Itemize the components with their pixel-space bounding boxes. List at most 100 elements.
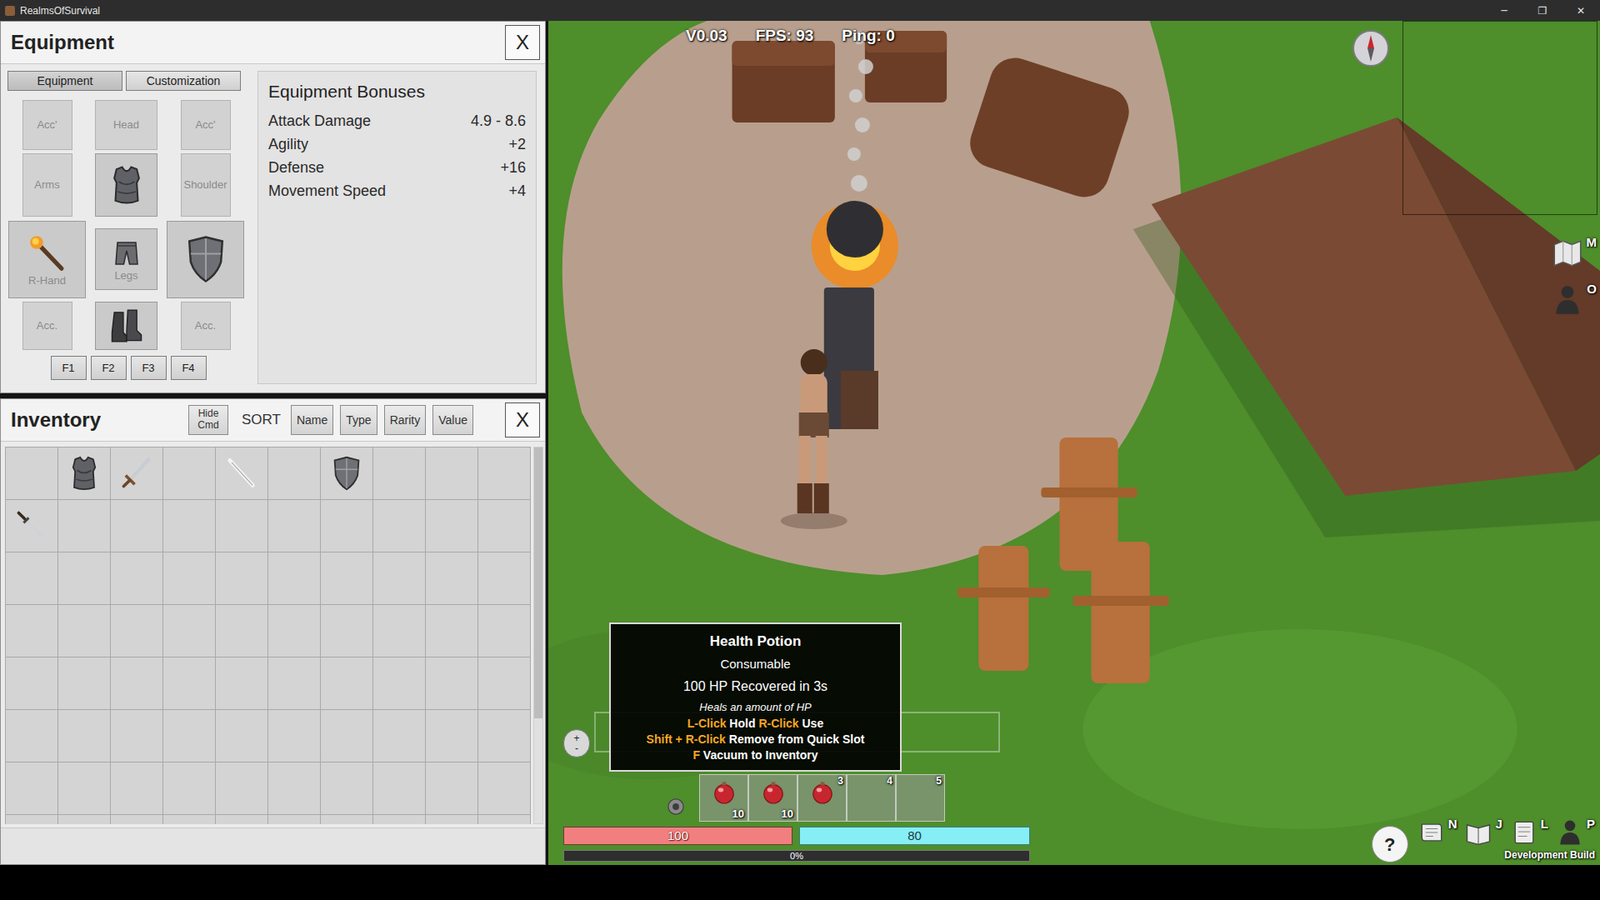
inventory-slot[interactable] (5, 762, 59, 815)
inventory-slot[interactable] (320, 815, 374, 825)
inventory-slot[interactable] (163, 710, 216, 763)
equipment-tab[interactable]: Equipment (7, 70, 123, 91)
inventory-slot[interactable] (373, 552, 426, 605)
inventory-slot[interactable] (58, 500, 111, 553)
inventory-slot[interactable] (425, 815, 479, 825)
inventory-slot[interactable] (478, 500, 531, 553)
sort-button[interactable]: Rarity (384, 405, 427, 435)
inventory-slot[interactable] (425, 552, 479, 605)
inventory-slot[interactable] (478, 762, 531, 815)
inventory-slot[interactable] (215, 710, 269, 763)
inventory-slot[interactable] (110, 657, 164, 710)
scrollbar-thumb[interactable] (534, 447, 543, 719)
inventory-slot[interactable] (5, 552, 59, 605)
help-button[interactable]: ? (1371, 825, 1409, 863)
inventory-slot[interactable] (110, 710, 164, 763)
inventory-slot[interactable] (110, 447, 164, 500)
equipment-slot[interactable]: Acc. (22, 301, 73, 350)
quick-slot[interactable]: 4 (846, 774, 896, 822)
inventory-slot[interactable] (268, 657, 321, 710)
equipment-slot[interactable] (95, 153, 158, 217)
hide-command-button[interactable]: Hide Cmd (188, 405, 229, 435)
quick-slot[interactable]: 10 (748, 774, 798, 822)
inventory-slot[interactable] (425, 657, 479, 710)
sort-button[interactable]: Value (432, 405, 474, 435)
zoom-in[interactable]: + (573, 733, 580, 744)
inventory-slot[interactable] (373, 762, 426, 815)
equipment-slot[interactable]: Legs (95, 228, 158, 290)
equipment-slot[interactable]: Arms (22, 153, 73, 217)
inventory-slot[interactable] (58, 710, 111, 763)
equipment-slot[interactable]: Acc' (180, 100, 231, 150)
equipment-slot[interactable] (95, 301, 158, 350)
side-menu-item[interactable]: M (1550, 235, 1598, 271)
inventory-slot[interactable] (58, 447, 111, 500)
inventory-slot[interactable] (110, 500, 164, 553)
menu-item[interactable]: P (1555, 817, 1595, 848)
inventory-slot[interactable] (215, 815, 269, 825)
inventory-slot[interactable] (373, 657, 426, 710)
inventory-slot[interactable] (110, 552, 164, 605)
close-button[interactable]: X (505, 402, 540, 438)
inventory-slot[interactable] (320, 710, 374, 763)
quick-slot[interactable]: 5 (895, 774, 945, 822)
inventory-slot[interactable] (215, 552, 269, 605)
equipment-tab[interactable]: Customization (125, 70, 241, 91)
inventory-slot[interactable] (320, 762, 374, 815)
inventory-slot[interactable] (478, 447, 531, 500)
inventory-slot[interactable] (110, 762, 164, 815)
menu-item[interactable]: J (1463, 817, 1502, 848)
preset-button[interactable]: F4 (170, 355, 207, 380)
quickbar-toggle[interactable] (665, 795, 687, 818)
inventory-slot[interactable] (163, 500, 216, 553)
inventory-slot[interactable] (268, 762, 321, 815)
inventory-slot[interactable] (58, 815, 111, 825)
sort-button[interactable]: Type (340, 405, 377, 435)
inventory-slot[interactable] (163, 447, 216, 500)
inventory-slot[interactable] (373, 500, 426, 553)
equipment-slot[interactable]: R-Hand (8, 220, 86, 299)
inventory-slot[interactable] (163, 605, 216, 658)
inventory-slot[interactable] (425, 710, 479, 763)
inventory-slot[interactable] (320, 605, 374, 658)
inventory-slot[interactable] (268, 447, 321, 500)
inventory-slot[interactable] (478, 710, 531, 763)
inventory-slot[interactable] (268, 710, 321, 763)
inventory-slot[interactable] (373, 447, 426, 500)
inventory-slot[interactable] (163, 657, 216, 710)
equipment-slot[interactable] (166, 220, 245, 299)
menu-item[interactable]: L (1509, 817, 1549, 848)
zoom-button[interactable]: + - (563, 729, 590, 758)
minimap-frame[interactable] (1402, 20, 1598, 215)
equipment-slot[interactable]: Shoulder (180, 153, 231, 217)
game-viewport[interactable]: V0.03 FPS: 93 Ping: 0 MO + - 1010345 Hea… (548, 20, 1600, 865)
inventory-slot[interactable] (320, 657, 374, 710)
inventory-slot[interactable] (58, 762, 111, 815)
inventory-slot[interactable] (373, 605, 426, 658)
inventory-slot[interactable] (268, 500, 321, 553)
inventory-slot[interactable] (110, 605, 164, 658)
sort-button[interactable]: Name (290, 405, 334, 435)
preset-button[interactable]: F1 (50, 355, 87, 380)
inventory-slot[interactable] (215, 500, 269, 553)
inventory-slot[interactable] (215, 657, 269, 710)
inventory-slot[interactable] (425, 500, 479, 553)
inventory-slot[interactable] (478, 605, 531, 658)
inventory-slot[interactable] (320, 500, 374, 553)
zoom-out[interactable]: - (575, 743, 579, 754)
inventory-slot[interactable] (5, 605, 59, 658)
preset-button[interactable]: F2 (90, 355, 127, 380)
equipment-slot[interactable]: Acc' (22, 100, 73, 150)
inventory-slot[interactable] (5, 710, 59, 763)
inventory-slot[interactable] (58, 657, 111, 710)
preset-button[interactable]: F3 (130, 355, 167, 380)
inventory-slot[interactable] (58, 605, 111, 658)
menu-item[interactable]: N (1416, 817, 1458, 848)
inventory-slot[interactable] (215, 762, 269, 815)
inventory-slot[interactable] (5, 500, 59, 553)
equipment-slot[interactable]: Head (95, 100, 158, 150)
inventory-slot[interactable] (163, 552, 216, 605)
inventory-scrollbar[interactable] (533, 446, 544, 825)
inventory-slot[interactable] (268, 552, 321, 605)
inventory-slot[interactable] (268, 605, 321, 658)
